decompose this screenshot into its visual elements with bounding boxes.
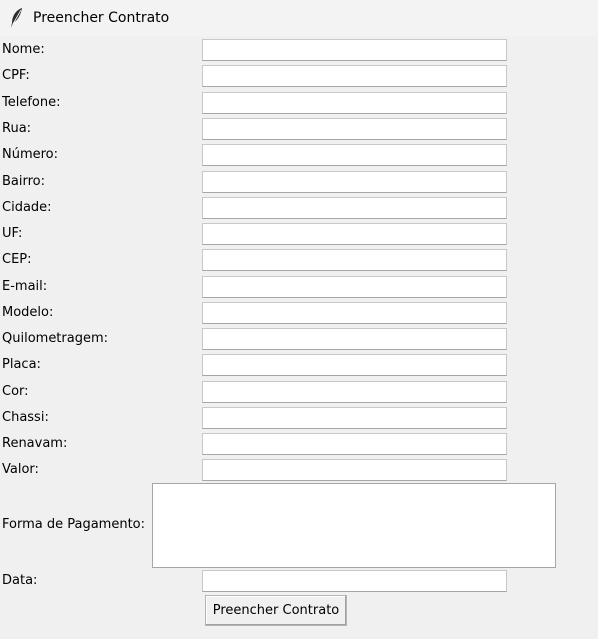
chassi-label: Chassi:	[2, 410, 49, 425]
placa-label: Placa:	[2, 357, 41, 372]
cpf-label: CPF:	[2, 68, 30, 83]
cor-input[interactable]	[202, 381, 507, 403]
telefone-label: Telefone:	[2, 95, 61, 110]
bairro-input[interactable]	[202, 171, 507, 193]
modelo-input[interactable]	[202, 302, 507, 324]
email-input[interactable]	[202, 276, 507, 298]
renavam-label: Renavam:	[2, 436, 68, 451]
quilometragem-input[interactable]	[202, 328, 507, 350]
uf-label: UF:	[2, 226, 23, 241]
rua-label: Rua:	[2, 121, 32, 136]
numero-input[interactable]	[202, 144, 507, 166]
quilometragem-label: Quilometragem:	[2, 331, 109, 346]
cor-label: Cor:	[2, 384, 29, 399]
email-label: E-mail:	[2, 279, 48, 294]
cep-input[interactable]	[202, 249, 507, 271]
data-label: Data:	[2, 573, 38, 588]
data-input[interactable]	[202, 570, 507, 592]
nome-input[interactable]	[202, 39, 507, 61]
preencher-contrato-button[interactable]: Preencher Contrato	[205, 595, 347, 626]
forma-de-pagamento-textarea[interactable]	[152, 483, 556, 568]
forma-de-pagamento-label: Forma de Pagamento:	[2, 517, 145, 532]
cidade-input[interactable]	[202, 197, 507, 219]
cidade-label: Cidade:	[2, 200, 52, 215]
chassi-input[interactable]	[202, 407, 507, 429]
uf-input[interactable]	[202, 223, 507, 245]
rua-input[interactable]	[202, 118, 507, 140]
modelo-label: Modelo:	[2, 305, 54, 320]
bairro-label: Bairro:	[2, 174, 46, 189]
cpf-input[interactable]	[202, 65, 507, 87]
valor-input[interactable]	[202, 459, 507, 481]
contract-form: Nome: CPF: Telefone: Rua: Número: Bairro…	[0, 0, 598, 639]
cep-label: CEP:	[2, 252, 32, 267]
telefone-input[interactable]	[202, 92, 507, 114]
renavam-input[interactable]	[202, 433, 507, 455]
placa-input[interactable]	[202, 354, 507, 376]
numero-label: Número:	[2, 147, 59, 162]
nome-label: Nome:	[2, 42, 45, 57]
valor-label: Valor:	[2, 462, 39, 477]
